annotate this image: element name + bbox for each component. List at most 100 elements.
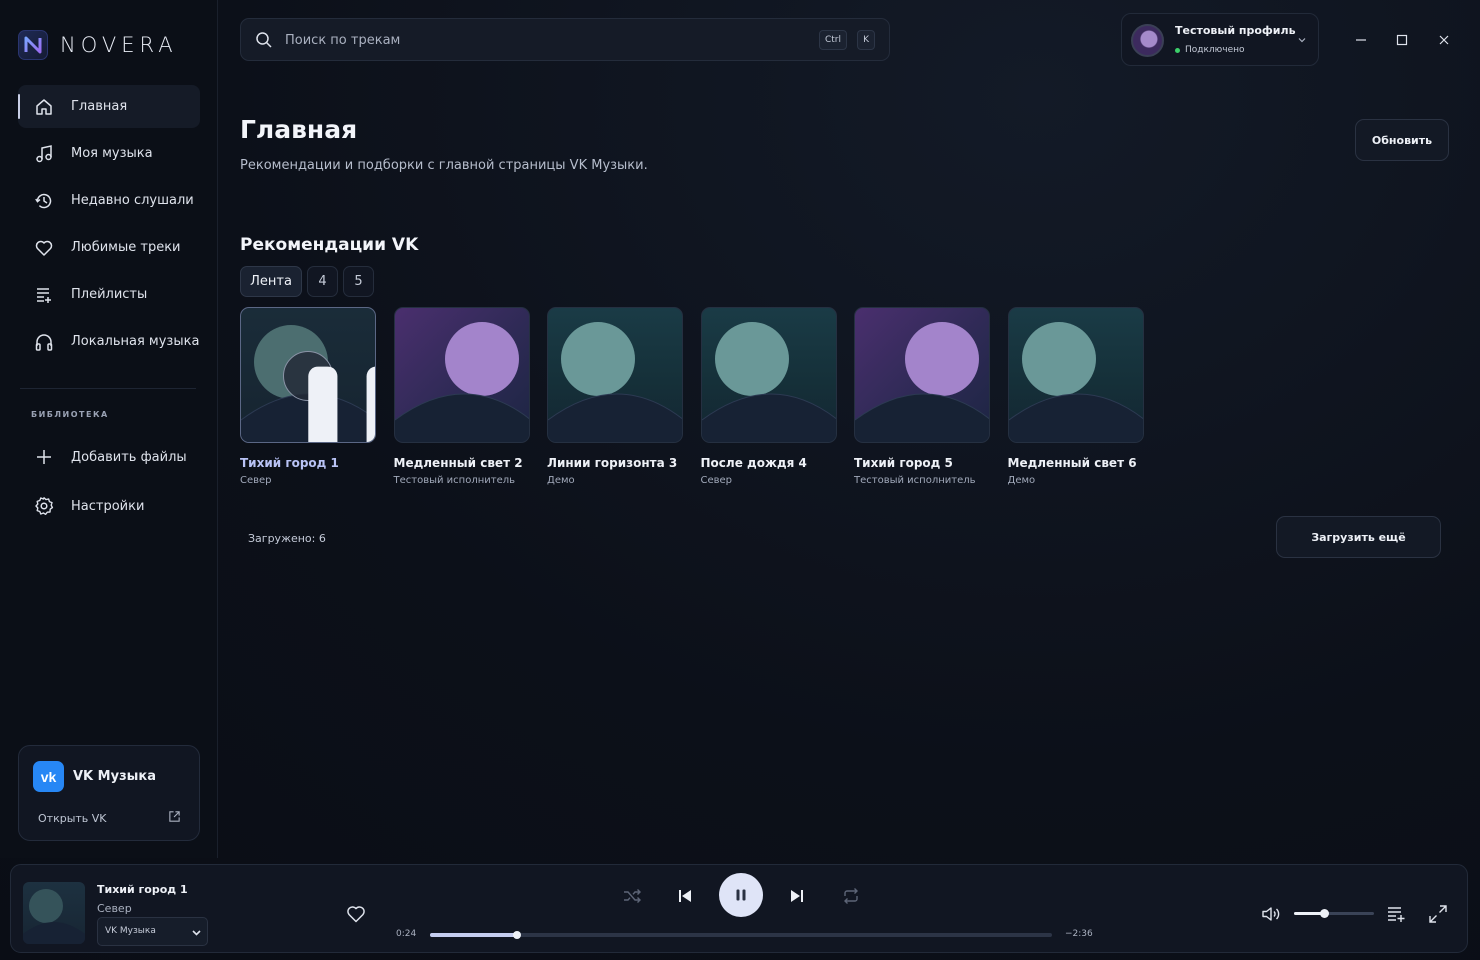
pause-icon[interactable] — [283, 351, 375, 442]
nav-item-settings[interactable]: Настройки — [18, 484, 200, 528]
brand[interactable]: NOVERA — [18, 30, 178, 60]
track-artist[interactable]: Север — [701, 475, 837, 486]
track-card[interactable]: Тихий город 1 Север — [240, 307, 376, 486]
nav-label: Главная — [71, 99, 128, 114]
fullscreen-icon[interactable] — [1427, 903, 1449, 925]
page-subtitle: Рекомендации и подборки с главной страни… — [240, 158, 648, 173]
external-link-icon[interactable] — [168, 810, 181, 823]
track-title[interactable]: Тихий город 5 — [854, 456, 990, 470]
playlist-icon — [34, 285, 54, 305]
music-note-icon — [34, 144, 54, 164]
repeat-icon — [844, 888, 858, 904]
pause-icon — [736, 889, 746, 901]
nav-item-my-music[interactable]: Моя музыка — [18, 132, 200, 175]
close-button[interactable] — [1432, 28, 1456, 52]
minimize-button[interactable] — [1349, 28, 1373, 52]
track-title[interactable]: Тихий город 1 — [240, 456, 376, 470]
nav-item-add-files[interactable]: Добавить файлы — [18, 435, 200, 479]
tab-4[interactable]: 4 — [307, 266, 338, 297]
track-artist[interactable]: Север — [240, 475, 376, 486]
sidebar: NOVERA Главная Моя музыка Недавно слушал… — [0, 0, 218, 858]
vk-logo-icon: vk — [33, 761, 64, 792]
vk-card-title: VK Музыка — [73, 769, 156, 784]
track-artist[interactable]: Тестовый исполнитель — [394, 475, 530, 486]
home-icon — [34, 97, 54, 117]
headphones-icon — [34, 332, 54, 352]
now-playing-artist[interactable]: Север — [97, 902, 132, 915]
source-select[interactable]: VK Музыка — [97, 917, 208, 946]
track-artist[interactable]: Демо — [1008, 475, 1144, 486]
nav-label: Любимые треки — [71, 240, 181, 255]
play-pause-button[interactable] — [719, 873, 763, 917]
nav-item-favorites[interactable]: Любимые треки — [18, 226, 200, 269]
open-vk-link[interactable]: Открыть VK — [38, 812, 107, 825]
app-name: NOVERA — [60, 33, 178, 57]
main-nav: Главная Моя музыка Недавно слушали Любим… — [18, 85, 200, 367]
nav-item-recent[interactable]: Недавно слушали — [18, 179, 200, 222]
track-card[interactable]: Медленный свет 2 Тестовый исполнитель — [393, 307, 530, 486]
elapsed-time: 0:24 — [396, 929, 417, 939]
track-card[interactable]: После дождя 4 Север — [700, 307, 837, 486]
track-title[interactable]: Медленный свет 2 — [394, 456, 530, 470]
search-input[interactable] — [285, 30, 765, 50]
search-icon — [256, 32, 272, 48]
maximize-icon — [1396, 34, 1408, 46]
avatar — [1131, 24, 1164, 57]
track-cover[interactable] — [854, 307, 990, 443]
skip-next-icon — [791, 890, 803, 902]
online-status-dot — [1175, 48, 1180, 53]
recommendation-tabs: Лента 4 5 — [240, 266, 379, 297]
track-title[interactable]: Линии горизонта 3 — [547, 456, 683, 470]
vk-music-card: vk VK Музыка Открыть VK — [18, 745, 200, 841]
track-cover[interactable] — [1007, 307, 1144, 443]
shuffle-button[interactable] — [621, 885, 643, 907]
nav-item-playlists[interactable]: Плейлисты — [18, 273, 200, 316]
search-bar: Ctrl K — [240, 18, 890, 61]
track-artist[interactable]: Тестовый исполнитель — [854, 475, 990, 486]
section-title: Рекомендации VK — [240, 235, 419, 255]
chevron-down-icon — [192, 930, 201, 936]
shortcut-key-k: K — [857, 30, 875, 50]
shuffle-icon — [624, 889, 641, 903]
loaded-count: Загружено: 6 — [248, 532, 326, 545]
repeat-button[interactable] — [840, 885, 862, 907]
tab-feed[interactable]: Лента — [240, 266, 302, 297]
track-cover[interactable] — [240, 307, 376, 443]
profile-name: Тестовый профиль — [1175, 24, 1296, 37]
track-title[interactable]: Медленный свет 6 — [1008, 456, 1144, 470]
now-playing-cover[interactable] — [23, 882, 85, 944]
track-card[interactable]: Медленный свет 6 Демо — [1007, 307, 1144, 486]
volume-slider[interactable] — [1294, 909, 1374, 918]
tab-5[interactable]: 5 — [343, 266, 374, 297]
profile-menu[interactable]: Тестовый профиль Подключено — [1121, 13, 1319, 66]
nav-item-local-music[interactable]: Локальная музыка — [18, 320, 200, 363]
track-cover[interactable] — [547, 307, 683, 443]
source-select-value: VK Музыка — [105, 926, 156, 936]
volume-handle[interactable] — [1319, 909, 1329, 918]
track-card[interactable]: Линии горизонта 3 Демо — [547, 307, 683, 486]
previous-button[interactable] — [674, 885, 696, 907]
refresh-button[interactable]: Обновить — [1355, 119, 1449, 161]
shortcut-key-ctrl: Ctrl — [818, 30, 847, 50]
volume-icon[interactable] — [1260, 903, 1282, 925]
nav-label: Добавить файлы — [71, 449, 187, 465]
progress-bar[interactable] — [430, 931, 1052, 939]
track-cover[interactable] — [393, 307, 530, 443]
now-playing-title[interactable]: Тихий город 1 — [97, 883, 188, 896]
nav-item-home[interactable]: Главная — [18, 85, 200, 128]
progress-handle[interactable] — [513, 931, 522, 939]
track-cover[interactable] — [700, 307, 837, 443]
queue-icon[interactable] — [1385, 903, 1407, 925]
sidebar-divider — [20, 388, 196, 389]
heart-icon[interactable] — [345, 903, 367, 925]
track-grid: Тихий город 1 Север Медленный свет 2 Тес… — [240, 307, 1161, 486]
track-title[interactable]: После дождя 4 — [701, 456, 837, 470]
heart-icon — [34, 238, 54, 258]
next-button[interactable] — [786, 885, 808, 907]
load-more-button[interactable]: Загрузить ещё — [1276, 516, 1441, 558]
track-card[interactable]: Тихий город 5 Тестовый исполнитель — [854, 307, 990, 486]
track-artist[interactable]: Демо — [547, 475, 683, 486]
maximize-button[interactable] — [1390, 28, 1414, 52]
novera-logo-icon — [18, 30, 48, 60]
remaining-time: −2:36 — [1065, 929, 1093, 939]
